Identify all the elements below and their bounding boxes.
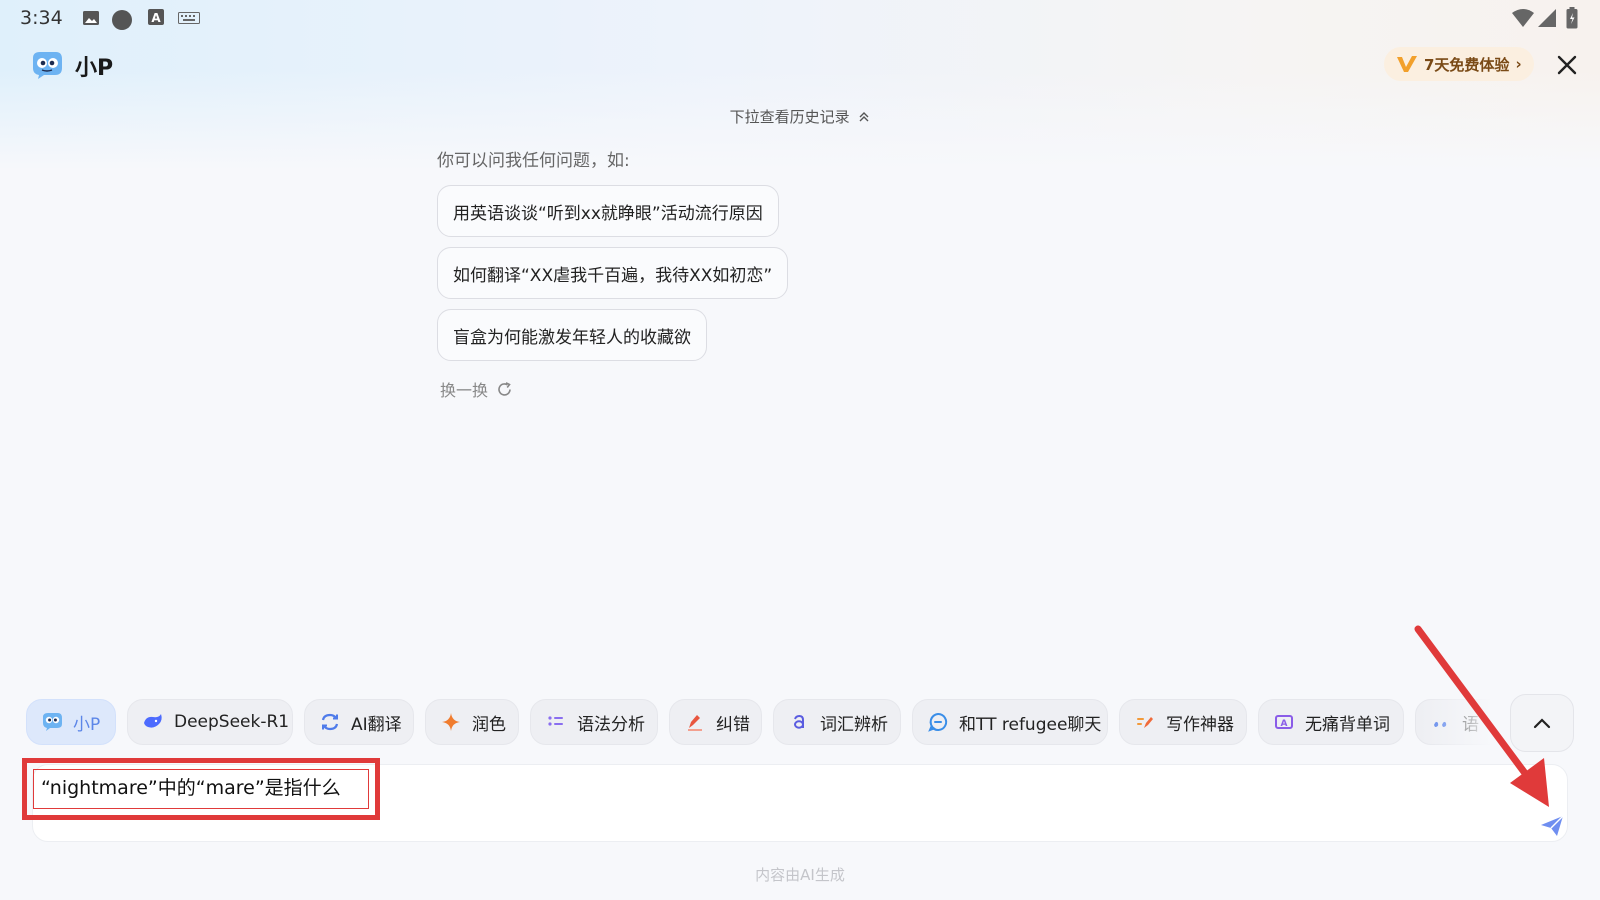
double-chevron-up-icon [859,112,869,122]
chat-bubble-icon [928,712,948,732]
pen-icon [688,715,702,731]
app-title: 小P [75,56,114,81]
free-trial-label: 7天免费体验 [1424,55,1510,74]
refresh-icon [498,381,511,396]
font-a-icon: A [148,9,164,25]
app-header: 小P 7天免费体验 › [0,40,1600,90]
tool-chip-correct[interactable]: 纠错 [669,699,762,745]
tool-chip-grammar[interactable]: 语法分析 [530,699,658,745]
suggestion-chip[interactable]: 如何翻译“XX虐我千百遍，我待XX如初恋” [437,247,789,299]
record-icon [112,10,132,30]
tool-chips-row: 小P DeepSeek-R1 AI翻译 润色 语法分析 纠错 词汇辨析 和TT … [26,699,1496,745]
suggestion-chip[interactable]: 盲盒为何能激发年轻人的收藏欲 [437,309,707,361]
tool-chip-tt-chat[interactable]: 和TT refugee聊天 [912,699,1108,745]
wifi-icon [1512,9,1534,27]
intro-text: 你可以问我任何问题，如: [437,151,630,171]
tool-chip-vocab[interactable]: 词汇辨析 [773,699,901,745]
sparkle-icon [442,713,460,731]
tool-chip-label: 语法分析 [577,714,645,735]
tool-chip-label: 无痛背单词 [1305,714,1390,735]
signal-icon [1538,9,1556,27]
tool-chip-label: 润色 [472,714,506,735]
letter-a-icon [794,714,804,729]
suggestion-label: 用英语谈谈“听到xx就睁眼”活动流行原因 [453,203,763,224]
v-badge-icon [1397,56,1417,72]
annotation-arrow-icon [1414,625,1549,807]
message-input[interactable]: “nightmare”中的“mare”是指什么 [32,764,1568,842]
suggestion-chip[interactable]: 用英语谈谈“听到xx就睁眼”活动流行原因 [437,185,779,237]
write-icon [1137,717,1153,728]
tool-chip-ai-translate[interactable]: AI翻译 [304,699,414,745]
keyboard-icon [178,12,200,24]
flashcard-icon: A [1275,715,1293,729]
svg-text:A: A [1281,719,1288,729]
close-icon[interactable] [1554,52,1580,78]
message-input-text: “nightmare”中的“mare”是指什么 [41,777,341,799]
tool-chip-deepseek[interactable]: DeepSeek-R1 [127,699,293,745]
suggestion-label: 盲盒为何能激发年轻人的收藏欲 [453,327,691,348]
svg-text:A: A [151,11,161,25]
xiaop-mascot-icon [43,713,62,731]
status-bar: 3:34 A [0,0,1600,36]
refresh-label: 换一换 [440,381,489,400]
translate-icon [321,713,339,731]
tool-chip-label: 写作神器 [1166,714,1234,735]
tool-chip-polish[interactable]: 润色 [425,699,519,745]
refresh-button[interactable]: 换一换 [440,377,513,401]
tool-chip-xiaop[interactable]: 小P [26,699,116,745]
xiaop-logo-icon [33,52,62,79]
status-time: 3:34 [20,7,63,29]
history-hint-label: 下拉查看历史记录 [729,108,850,126]
tool-chip-label: 和TT refugee聊天 [959,714,1102,735]
list-icon [548,716,563,726]
suggestion-label: 如何翻译“XX虐我千百遍，我待XX如初恋” [453,265,773,286]
tool-chip-label: 纠错 [716,714,750,735]
battery-icon [1566,7,1578,29]
image-icon [83,11,99,25]
tool-chip-label: 小P [73,714,101,735]
ai-generated-note: 内容由AI生成 [755,866,845,884]
deepseek-whale-icon [144,714,162,728]
tool-chip-label: AI翻译 [351,714,402,735]
chevron-right-icon: › [1515,55,1522,73]
tool-chip-label: DeepSeek-R1 [174,712,290,732]
tool-chip-flashcards[interactable]: A 无痛背单词 [1258,699,1404,745]
tool-chip-label: 词汇辨析 [820,714,888,735]
tool-chip-writing[interactable]: 写作神器 [1119,699,1247,745]
send-icon[interactable] [1539,813,1565,839]
history-hint[interactable]: 下拉查看历史记录 [0,106,1600,127]
free-trial-button[interactable]: 7天免费体验 › [1384,47,1534,81]
